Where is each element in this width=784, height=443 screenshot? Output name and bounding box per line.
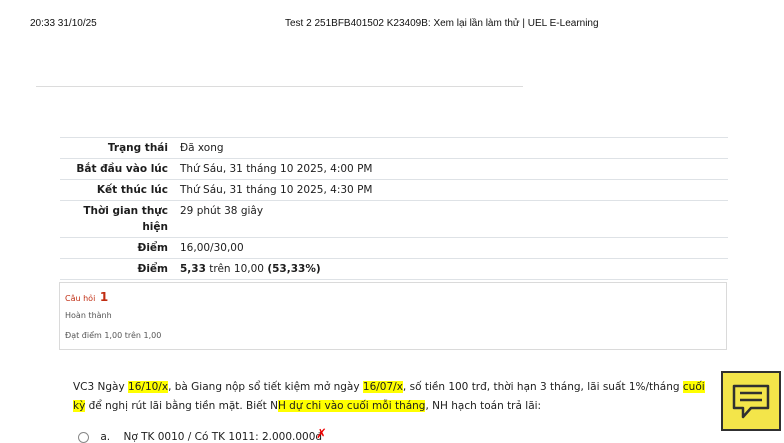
summary-value: Đã xong xyxy=(176,137,728,159)
print-timestamp: 20:33 31/10/25 xyxy=(30,18,97,29)
question-number-prefix: Câu hỏi xyxy=(65,294,96,303)
question-text: VC3 Ngày 16/10/x, bà Giang nộp sổ tiết k… xyxy=(73,378,713,416)
summary-row: Bắt đầu vào lúc Thứ Sáu, 31 tháng 10 2025… xyxy=(60,158,728,180)
summary-row: Điểm 16,00/30,00 xyxy=(60,237,728,259)
summary-label: Điểm xyxy=(60,237,176,259)
question-number: Câu hỏi 1 xyxy=(65,290,108,304)
summary-value: Thứ Sáu, 31 tháng 10 2025, 4:00 PM xyxy=(176,158,728,180)
answer-option-a[interactable]: a. Nợ TK 0010 / Có TK 1011: 2.000.000đ xyxy=(78,431,322,443)
summary-label: Thời gian thực hiện xyxy=(60,200,176,238)
grade-score: 5,33 xyxy=(180,263,206,275)
question-text-segment: , bà Giang nộp sổ tiết kiệm mở ngày xyxy=(168,381,363,393)
summary-row: Thời gian thực hiện 29 phút 38 giây xyxy=(60,200,728,238)
summary-grade-row: Điểm 5,33 trên 10,00 (53,33%) xyxy=(60,258,728,280)
answer-option-a-text: Nợ TK 0010 / Có TK 1011: 2.000.000đ xyxy=(123,431,323,443)
answer-option-a-letter: a. xyxy=(100,431,111,443)
grade-percent: (53,33%) xyxy=(267,263,321,275)
summary-row: Trạng thái Đã xong xyxy=(60,137,728,159)
chat-icon xyxy=(732,384,770,419)
summary-value: 29 phút 38 giây xyxy=(176,200,728,238)
attempt-summary-table: Trạng thái Đã xong Bắt đầu vào lúc Thứ Sáu,… xyxy=(60,137,728,280)
summary-label: Trạng thái xyxy=(60,137,176,159)
summary-row: Kết thúc lúc Thứ Sáu, 31 tháng 10 2025, 4… xyxy=(60,179,728,201)
incorrect-mark-icon: ✗ xyxy=(316,427,327,442)
question-text-segment: để nghị rút lãi bằng tiền mặt. Biết N xyxy=(85,400,278,412)
question-text-highlight: 16/10/x xyxy=(128,381,169,393)
question-state: Hoàn thành xyxy=(65,311,112,320)
summary-label: Bắt đầu vào lúc xyxy=(60,158,176,180)
question-text-segment: , NH hạch toán trả lãi: xyxy=(425,400,542,412)
question-text-highlight: 16/07/x xyxy=(362,381,403,393)
summary-label: Điểm xyxy=(60,258,176,280)
summary-grade-value: 5,33 trên 10,00 (53,33%) xyxy=(176,258,728,280)
summary-value: 16,00/30,00 xyxy=(176,237,728,259)
question-info-box: Câu hỏi 1 Hoàn thành Đạt điểm 1,00 trên … xyxy=(59,282,727,350)
summary-value: Thứ Sáu, 31 tháng 10 2025, 4:30 PM xyxy=(176,179,728,201)
question-number-value: 1 xyxy=(99,290,109,304)
print-page-title: Test 2 251BFB401502 K23409B: Xem lại lần… xyxy=(285,18,599,29)
question-text-segment: , số tiền 100 trđ, thời hạn 3 tháng, lãi… xyxy=(402,381,683,393)
divider xyxy=(36,86,523,87)
print-header: 20:33 31/10/25 Test 2 251BFB401502 K2340… xyxy=(0,18,784,32)
question-grade: Đạt điểm 1,00 trên 1,00 xyxy=(65,331,162,340)
grade-out-of: trên 10,00 xyxy=(205,263,268,275)
chat-button[interactable] xyxy=(721,371,781,431)
question-text-segment: VC3 Ngày xyxy=(73,381,129,393)
question-text-highlight: H dự chi vào cuối mỗi tháng xyxy=(277,400,426,412)
summary-label: Kết thúc lúc xyxy=(60,179,176,201)
